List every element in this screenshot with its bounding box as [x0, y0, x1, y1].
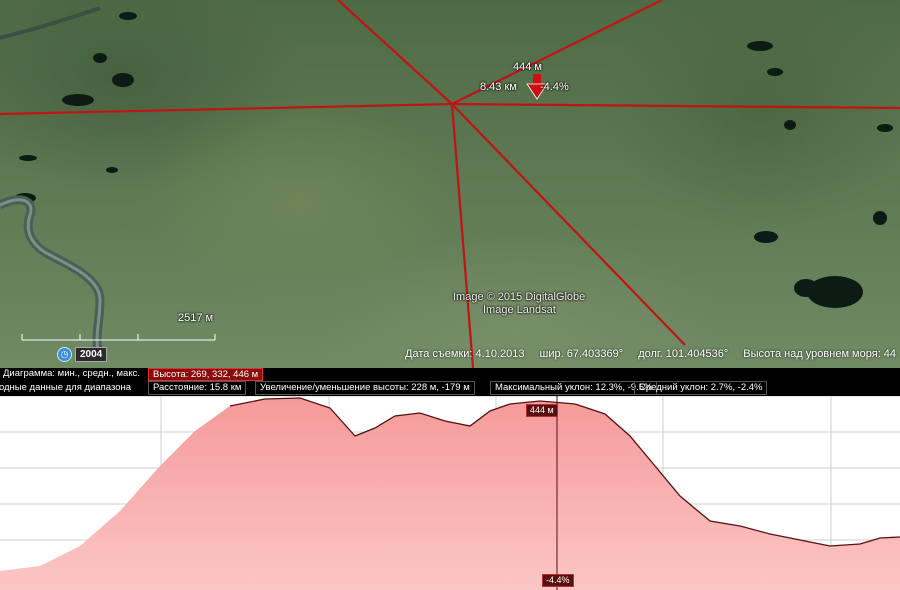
distance-stats: Расстояние: 15.8 км [148, 381, 247, 395]
range-data-label: водные данные для диапазона [0, 382, 132, 393]
diagram-label: Диаграмма: мин., средн., макс. [3, 368, 140, 379]
scale-bar [21, 334, 216, 341]
cursor-slope-tag: -4.4% [542, 574, 574, 587]
gain-loss-stats: Увеличение/уменьшение высоты: 228 м, -17… [255, 381, 475, 395]
longitude: долг. 101.404536° [638, 348, 729, 360]
marker-distance-label: 8.43 км [480, 81, 517, 93]
imagery-credit: Image Landsat [483, 304, 556, 316]
historical-imagery-button[interactable]: ◷ 2004 [57, 347, 108, 362]
latitude: шир. 67.403369° [539, 348, 624, 360]
marker-slope-label: -4.4% [540, 81, 569, 93]
scale-label: 2517 м [178, 312, 214, 324]
map-overlay [0, 0, 900, 368]
height-stats[interactable]: Высота: 269, 332, 446 м [148, 368, 264, 381]
clock-icon: ◷ [57, 347, 72, 362]
profile-fill [0, 398, 900, 590]
elevation: Высота над уровнем моря: 44 [743, 348, 897, 360]
historical-year: 2004 [75, 347, 108, 362]
imagery-date: Дата съемки: 4.10.2013 [405, 348, 525, 360]
imagery-credit: Image © 2015 DigitalGlobe [453, 291, 586, 303]
max-slope-stats: Максимальный уклон: 12.3%, -9.5% [490, 381, 658, 395]
lakes [14, 12, 893, 308]
elevation-profile-chart[interactable]: 444 м -4.4% [0, 396, 900, 590]
profile-plot [0, 396, 900, 590]
avg-slope-stats: Средний уклон: 2.7%, -2.4% [634, 381, 768, 395]
satellite-map-view[interactable]: 444 м 8.43 км -4.4% Image © 2015 Digital… [0, 0, 900, 368]
marker-altitude-label: 444 м [513, 61, 542, 73]
map-status-bar: Дата съемки: 4.10.2013 шир. 67.403369° д… [405, 348, 900, 360]
cursor-altitude-tag: 444 м [526, 404, 558, 417]
route-lines [0, 0, 900, 368]
elevation-profile-info-bar: Диаграмма: мин., средн., макс. водные да… [0, 368, 900, 396]
